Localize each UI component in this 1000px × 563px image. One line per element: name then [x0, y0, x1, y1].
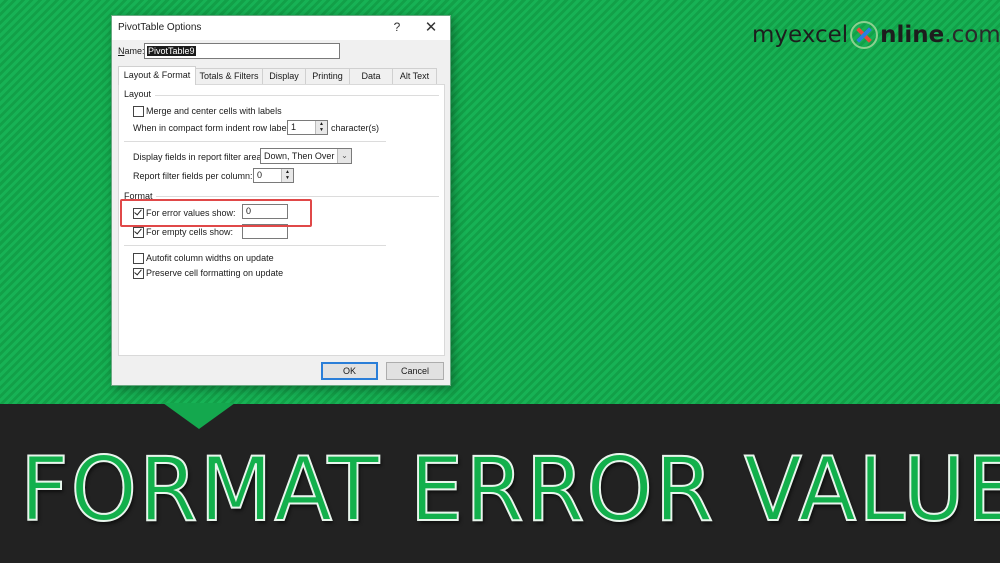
name-label: Name: — [118, 46, 145, 56]
close-button[interactable]: ✕ — [420, 18, 442, 36]
format-divider — [156, 196, 439, 197]
preserve-formatting-label: Preserve cell formatting on update — [146, 268, 284, 278]
indent-label: When in compact form indent row labels: — [133, 123, 296, 133]
preserve-formatting-checkbox[interactable] — [133, 268, 144, 279]
name-value: PivotTable9 — [147, 46, 196, 56]
empty-cells-checkbox[interactable] — [133, 227, 144, 238]
spinner-arrows-icon[interactable]: ▲ ▼ — [315, 121, 327, 134]
filter-area-dropdown[interactable]: Down, Then Over ⌄ — [260, 148, 352, 164]
layout-heading: Layout — [124, 89, 152, 99]
merge-center-checkbox[interactable] — [133, 106, 144, 117]
logo-prefix: myexcel — [752, 22, 849, 48]
cancel-button[interactable]: Cancel — [386, 362, 444, 380]
ok-button[interactable]: OK — [321, 362, 378, 380]
headline: FORMAT ERROR VALUES — [19, 438, 1000, 541]
autofit-checkbox[interactable] — [133, 253, 144, 264]
name-input[interactable]: PivotTable9 — [144, 43, 340, 59]
filter-area-value: Down, Then Over — [264, 151, 335, 161]
tab-data[interactable]: Data — [349, 68, 393, 84]
spinner-arrows-icon[interactable]: ▲ ▼ — [281, 169, 293, 182]
filter-fields-value: 0 — [257, 170, 263, 180]
autofit-label: Autofit column widths on update — [146, 253, 274, 263]
chevron-down-icon[interactable]: ⌄ — [337, 149, 351, 163]
merge-center-label: Merge and center cells with labels — [146, 106, 282, 116]
banner-pointer — [163, 403, 235, 429]
layout-sub-divider — [124, 141, 386, 142]
tab-printing[interactable]: Printing — [305, 68, 350, 84]
empty-cells-label: For empty cells show: — [146, 227, 234, 237]
tab-display[interactable]: Display — [262, 68, 306, 84]
logo-x-icon — [850, 21, 879, 49]
indent-value: 1 — [291, 122, 297, 132]
logo-suffix: nline — [880, 22, 945, 48]
title-bar: PivotTable Options ? ✕ — [112, 16, 450, 40]
tab-alt-text[interactable]: Alt Text — [392, 68, 437, 84]
tab-totals-filters[interactable]: Totals & Filters — [195, 68, 263, 84]
help-button[interactable]: ? — [387, 20, 407, 36]
dialog-title: PivotTable Options — [118, 22, 202, 33]
error-values-highlight-box — [120, 199, 312, 227]
layout-divider — [155, 95, 439, 96]
indent-spinner[interactable]: 1 ▲ ▼ — [287, 120, 328, 135]
myexcelonline-logo: myexcel nline .com — [752, 18, 1000, 52]
indent-unit: character(s) — [331, 123, 380, 133]
filter-area-label: Display fields in report filter area: — [133, 152, 265, 162]
format-sub-divider — [124, 245, 386, 246]
logo-tld: .com — [944, 22, 1000, 48]
filter-fields-label: Report filter fields per column: — [133, 171, 253, 181]
tab-layout-format[interactable]: Layout & Format — [118, 66, 196, 85]
filter-fields-spinner[interactable]: 0 ▲ ▼ — [253, 168, 294, 183]
